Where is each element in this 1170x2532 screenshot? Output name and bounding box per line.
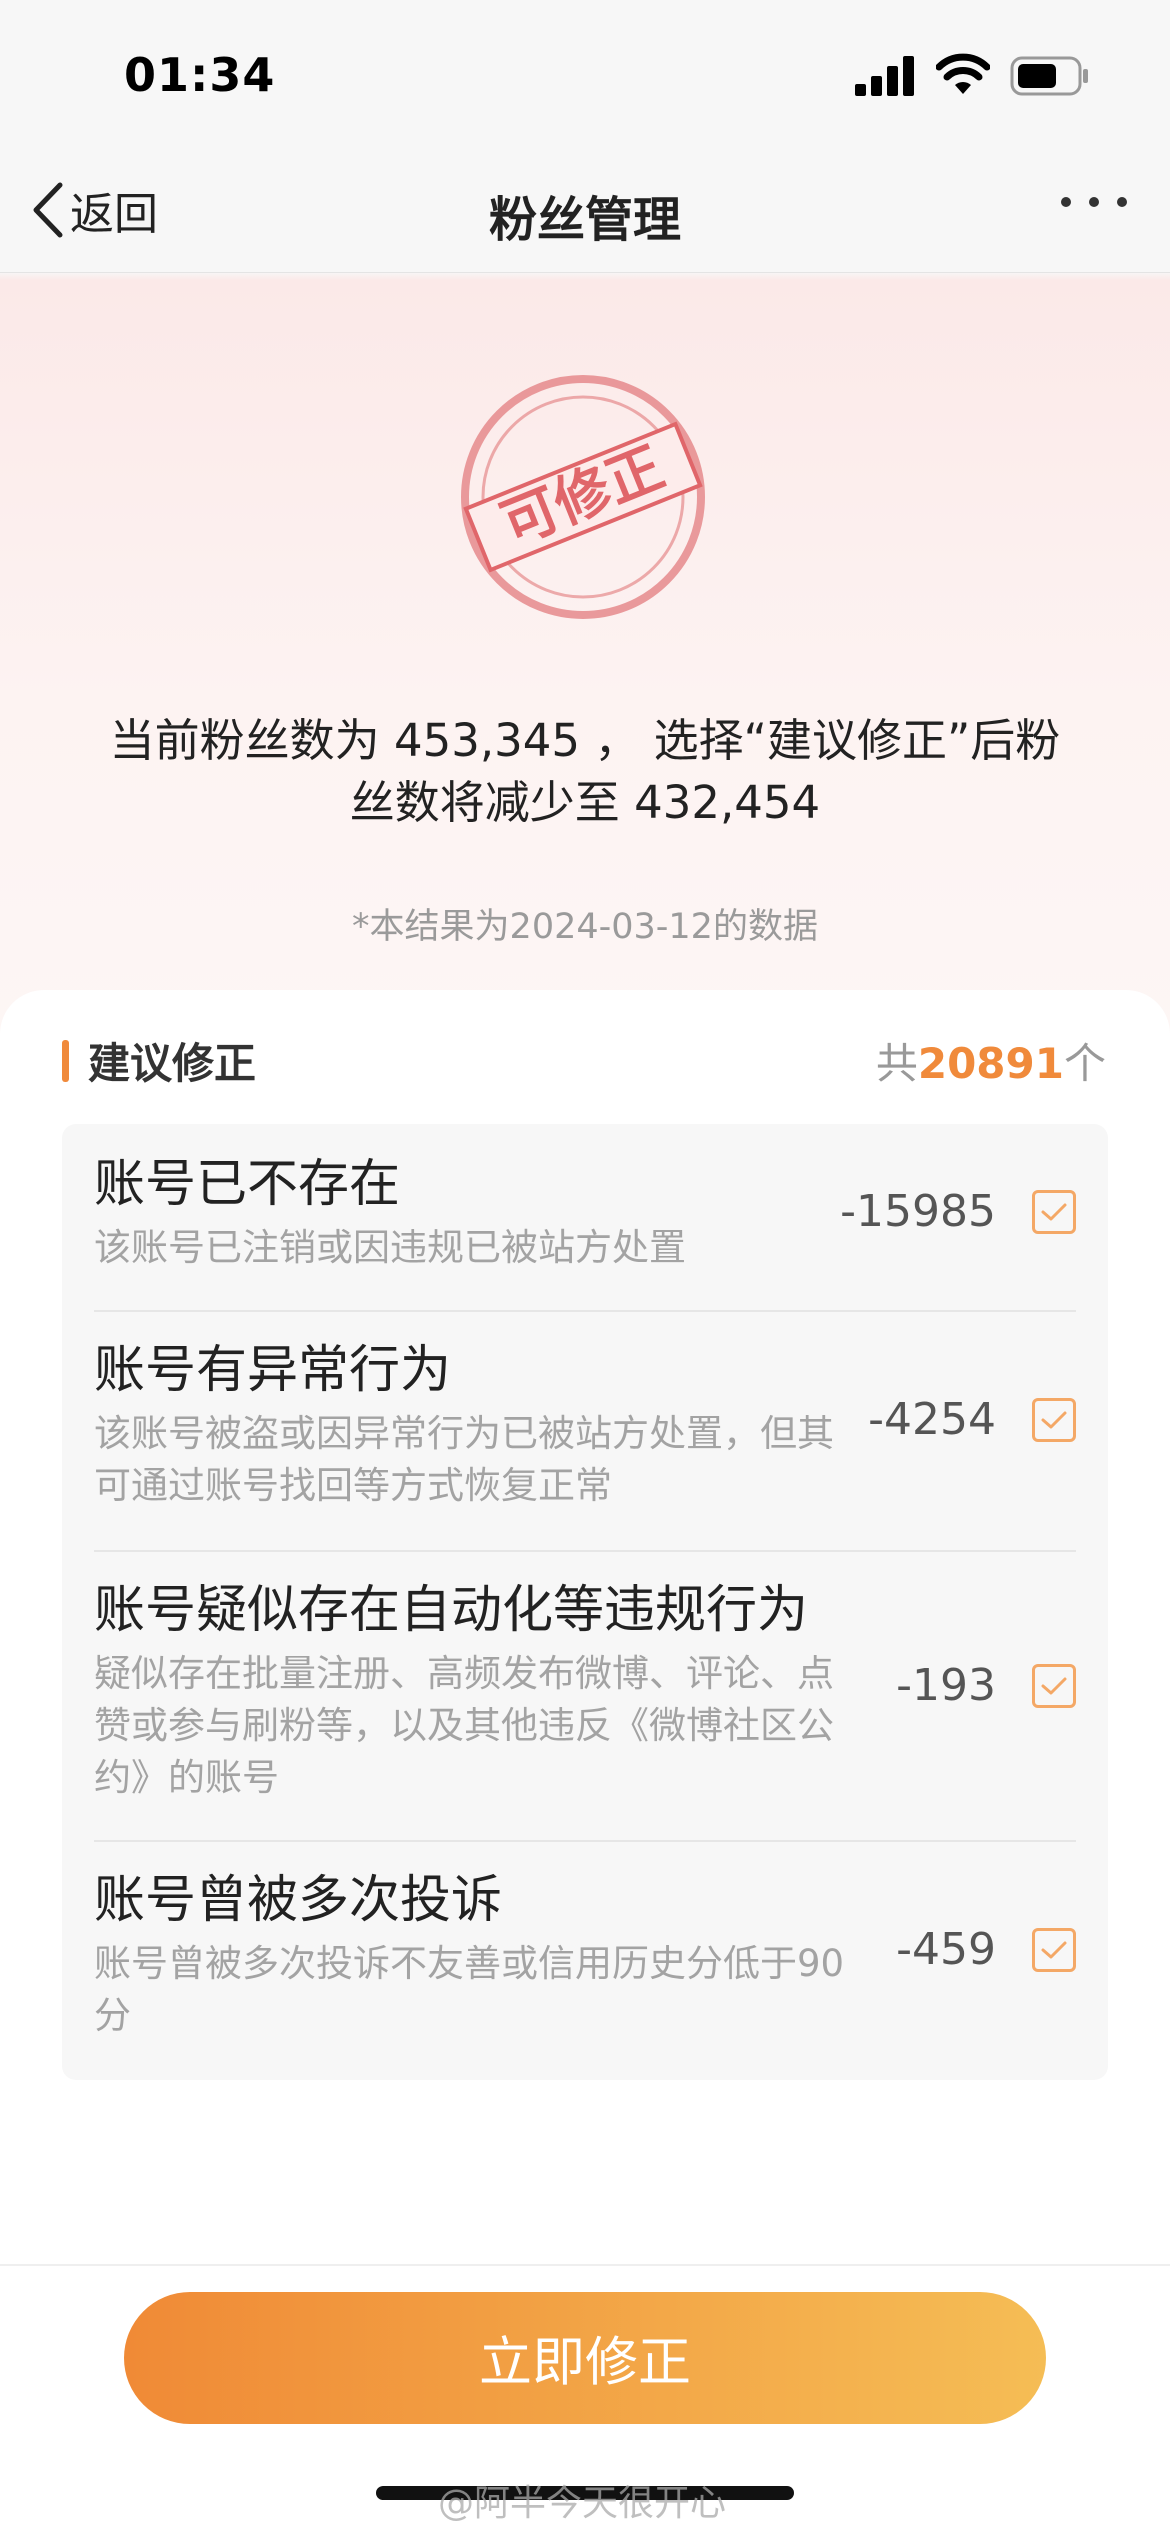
total-suffix: 个 [1063,1039,1106,1088]
status-time: 01:34 [124,48,276,102]
summary-line-1: 当前粉丝数为 453,345 ， 选择“建议修正”后粉 [109,714,1061,767]
item-description: 该账号被盗或因异常行为已被站方处置，但其可通过账号找回等方式恢复正常 [94,1412,834,1507]
list-item: 账号曾被多次投诉 账号曾被多次投诉不友善或信用历史分低于90分 -459 [94,1868,1076,2042]
battery-icon [1010,56,1088,96]
stamp-text: 可修正 [493,435,673,558]
item-checkbox[interactable] [1032,1190,1076,1234]
bottom-divider [0,2264,1170,2266]
navigation-bar: 返回 粉丝管理 [0,150,1170,273]
list-item: 账号已不存在 该账号已注销或因违规已被站方处置 -15985 [94,1152,1076,1274]
list-divider [94,1840,1076,1842]
item-count: -4254 [868,1394,996,1445]
more-options-icon[interactable] [1058,192,1130,212]
item-count: -459 [896,1924,996,1975]
item-title: 账号疑似存在自动化等违规行为 [94,1581,809,1640]
item-count: -15985 [840,1186,996,1237]
total-number: 20891 [917,1039,1064,1088]
data-date-note: *本结果为2024-03-12的数据 [352,907,818,947]
checkmark-icon [1041,1411,1067,1429]
cellular-signal-icon [855,56,914,96]
correctable-stamp: 可修正 [461,375,705,619]
item-count: -193 [896,1660,996,1711]
list-divider [94,1550,1076,1552]
list-item: 账号疑似存在自动化等违规行为 疑似存在批量注册、高频发布微博、评论、点赞或参与刷… [94,1578,1076,1804]
checkmark-icon [1041,1941,1067,1959]
item-description: 疑似存在批量注册、高频发布微博、评论、点赞或参与刷粉等，以及其他违反《微博社区公… [94,1652,834,1799]
wifi-icon [936,53,990,94]
checkmark-icon [1041,1203,1067,1221]
status-bar: 01:34 [0,0,1170,150]
list-item: 账号有异常行为 该账号被盗或因异常行为已被站方处置，但其可通过账号找回等方式恢复… [94,1338,1076,1512]
item-checkbox[interactable] [1032,1664,1076,1708]
fix-now-button[interactable]: 立即修正 [124,2292,1046,2424]
total-count: 共20891个 [876,1030,1106,1091]
item-description: 账号曾被多次投诉不友善或信用历史分低于90分 [94,1942,845,2037]
section-title: 建议修正 [88,1039,257,1088]
page-title: 粉丝管理 [488,192,681,248]
suggestion-list: 账号已不存在 该账号已注销或因违规已被站方处置 -15985 账号有异常行为 该… [62,1124,1108,2080]
fans-summary: 当前粉丝数为 453,345 ， 选择“建议修正”后粉 丝数将减少至 432,4… [60,710,1110,834]
total-prefix: 共 [875,1039,918,1088]
checkmark-icon [1041,1677,1067,1695]
item-checkbox[interactable] [1032,1398,1076,1442]
item-checkbox[interactable] [1032,1928,1076,1972]
watermark: @阿半今天很开心 [438,2483,727,2524]
item-description: 该账号已注销或因违规已被站方处置 [94,1226,686,1269]
summary-line-2: 丝数将减少至 432,454 [349,776,821,829]
section-accent-bar [62,1040,69,1082]
list-divider [94,1310,1076,1312]
